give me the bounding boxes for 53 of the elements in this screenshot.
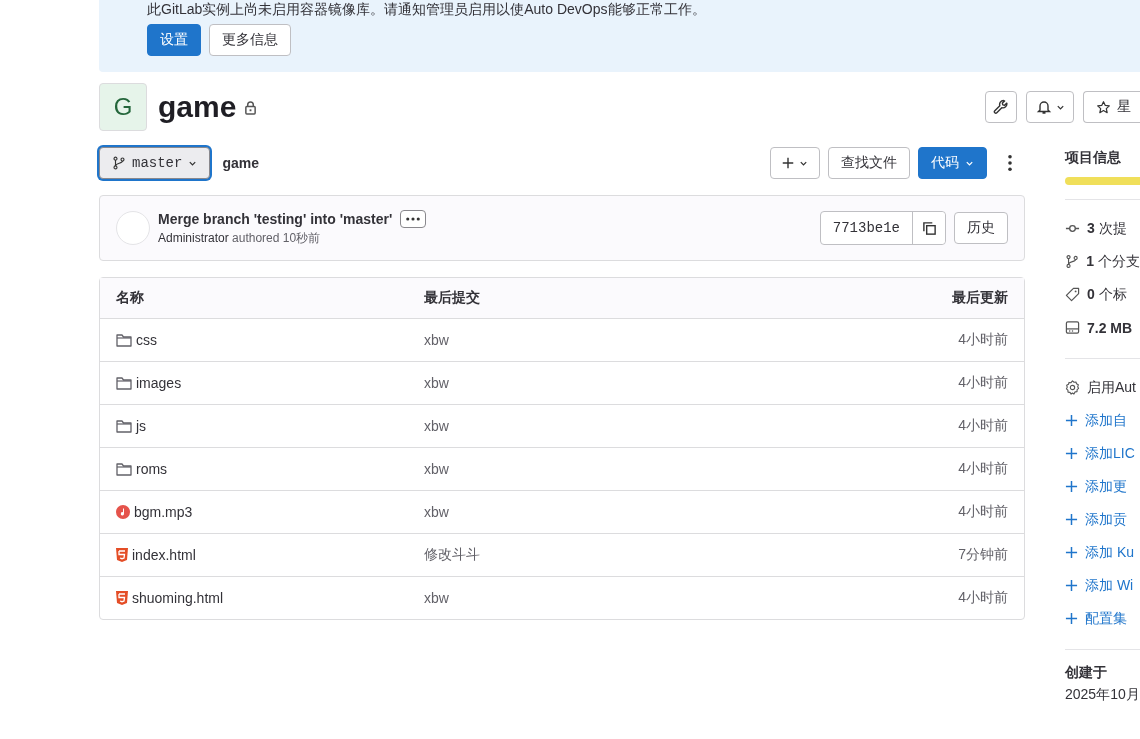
commit-message[interactable]: 修改斗斗: [424, 546, 848, 564]
banner-message: 此GitLab实例上尚未启用容器镜像库。请通知管理员启用以使Auto DevOps能够正常工作。: [147, 0, 707, 18]
updated-time: 4小时前: [957, 589, 1008, 607]
star-button[interactable]: 星: [1083, 91, 1140, 123]
created-date: 2025年10月: [1065, 686, 1140, 704]
file-name[interactable]: js: [136, 418, 147, 434]
stat-link[interactable]: 0 个标: [1087, 285, 1127, 304]
sidebar-action-link[interactable]: 启用Aut: [1087, 378, 1136, 397]
history-button[interactable]: 历史: [954, 212, 1008, 244]
updated-time: 4小时前: [957, 331, 1008, 349]
file-name[interactable]: bgm.mp3: [134, 504, 193, 520]
stat-link[interactable]: 7.2 MB: [1087, 319, 1133, 336]
file-name[interactable]: index.html: [132, 547, 196, 563]
created-title: 创建于: [1065, 663, 1108, 682]
project-avatar: G: [99, 83, 147, 131]
sidebar-action-link[interactable]: 添加LIC: [1085, 444, 1135, 463]
file-name[interactable]: shuoming.html: [132, 590, 224, 606]
sidebar-title: 项目信息: [1065, 148, 1122, 167]
settings-button[interactable]: 设置: [147, 24, 201, 56]
repository-path[interactable]: game: [222, 155, 259, 171]
file-name[interactable]: roms: [136, 461, 168, 477]
column-header: 最后提交: [424, 289, 481, 307]
commit-message[interactable]: xbw: [424, 590, 848, 606]
updated-time: 4小时前: [957, 460, 1008, 478]
stat-link[interactable]: 3 次提: [1087, 219, 1127, 238]
commit-message[interactable]: xbw: [424, 332, 848, 348]
sidebar-action-link[interactable]: 添加 Wi: [1085, 576, 1134, 595]
commit-meta: authored 10秒前: [232, 230, 321, 245]
column-header: 名称: [116, 289, 145, 307]
commit-message[interactable]: xbw: [424, 375, 848, 391]
branch-dropdown[interactable]: master: [99, 147, 211, 179]
sidebar-action-link[interactable]: 添加 Ku: [1085, 543, 1134, 562]
commit-message[interactable]: xbw: [424, 504, 848, 520]
file-name[interactable]: images: [136, 375, 182, 391]
code-dropdown[interactable]: 代码: [918, 147, 987, 179]
project-title: game: [158, 90, 237, 124]
commit-author[interactable]: Administrator: [158, 230, 229, 245]
commit-message[interactable]: xbw: [424, 418, 848, 434]
updated-time: 4小时前: [957, 503, 1008, 521]
file-name[interactable]: css: [136, 332, 157, 348]
sidebar-action-link[interactable]: 配置集: [1085, 609, 1127, 628]
more-info-button[interactable]: 更多信息: [209, 24, 291, 56]
sidebar-action-link[interactable]: 添加贡: [1085, 510, 1127, 529]
updated-time: 7分钟前: [957, 546, 1008, 564]
sidebar-action-link[interactable]: 添加自: [1085, 411, 1127, 430]
column-header: 最后更新: [951, 289, 1008, 307]
updated-time: 4小时前: [957, 374, 1008, 392]
sidebar-action-link[interactable]: 添加更: [1085, 477, 1127, 496]
commit-message[interactable]: xbw: [424, 461, 848, 477]
commit-title[interactable]: Merge branch 'testing' into 'master': [158, 210, 393, 227]
updated-time: 4小时前: [957, 417, 1008, 435]
find-file-button[interactable]: 查找文件: [828, 147, 910, 179]
stat-link[interactable]: 1 个分支: [1086, 252, 1140, 271]
